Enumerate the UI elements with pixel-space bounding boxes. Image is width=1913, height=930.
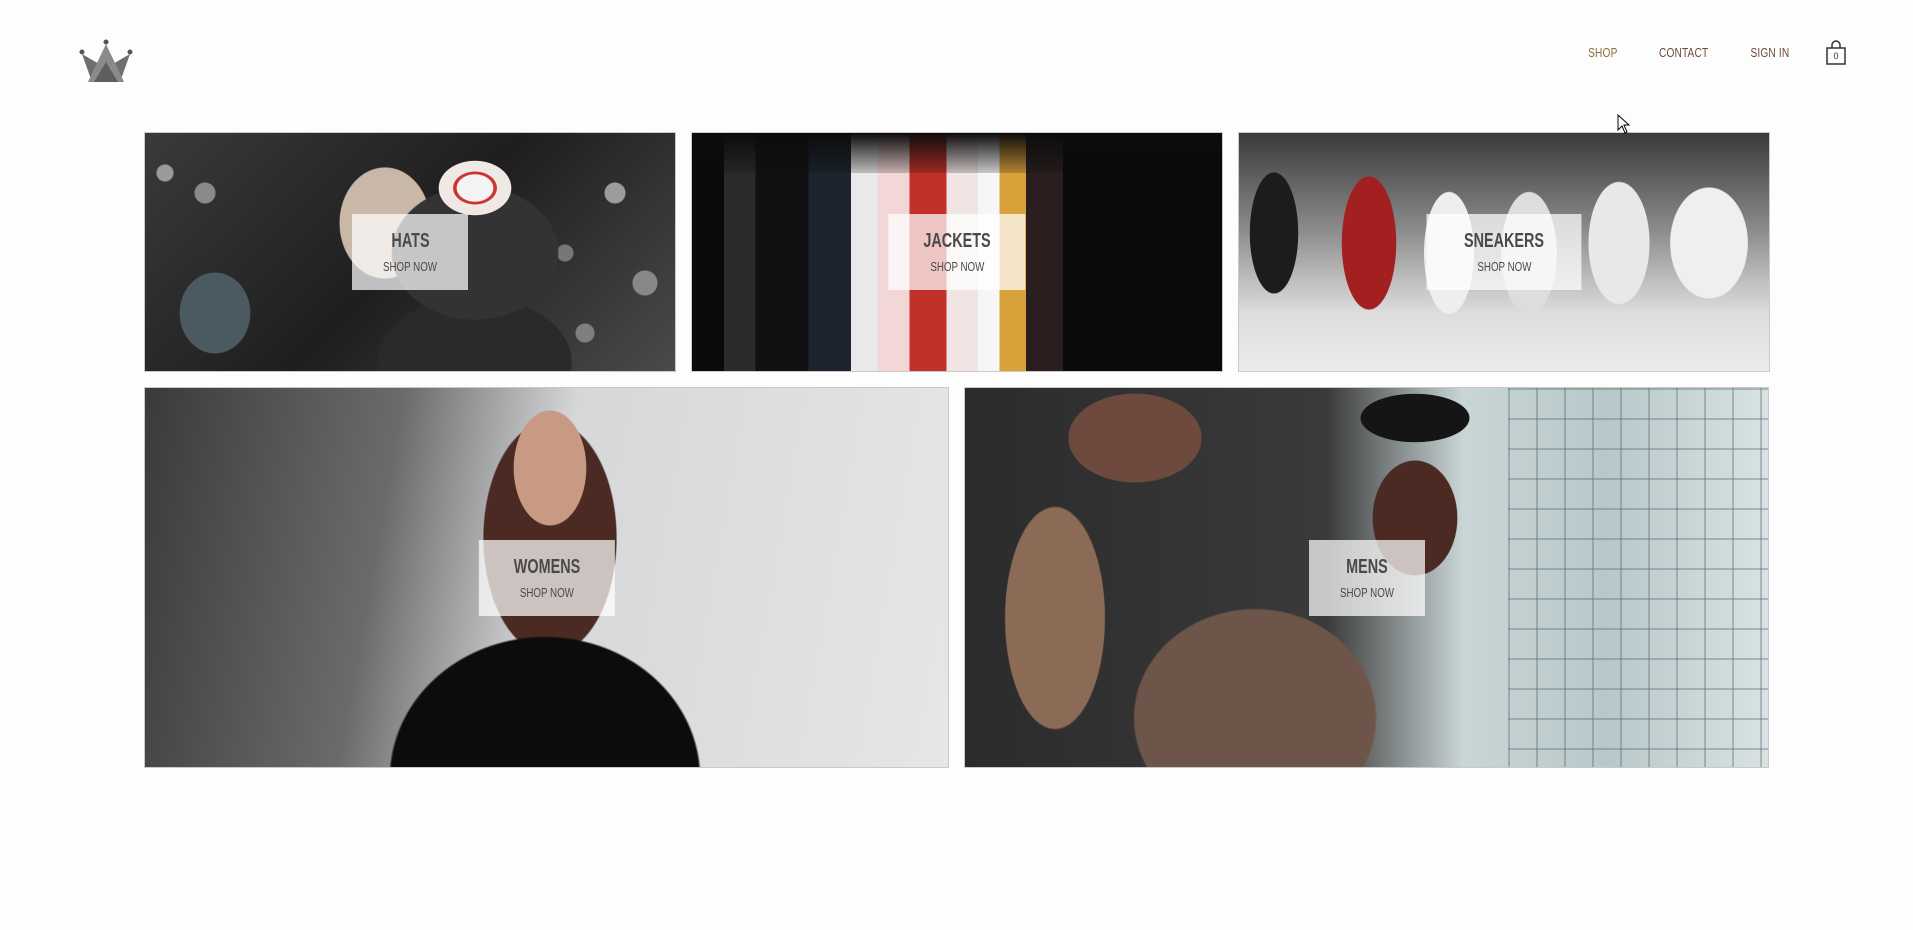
nav-contact-link[interactable]: CONTACT (1659, 41, 1708, 65)
category-title: SNEAKERS (1463, 230, 1545, 252)
directory-row-bottom: WOMENS SHOP NOW MENS SHOP NOW (144, 387, 1770, 768)
category-tile-jackets[interactable]: JACKETS SHOP NOW (691, 132, 1223, 372)
category-directory: HATS SHOP NOW JACKETS SHOP NOW SNEAKERS … (144, 132, 1770, 768)
shop-now-label: SHOP NOW (1339, 584, 1394, 600)
category-title: WOMENS (513, 555, 580, 578)
category-tile-womens[interactable]: WOMENS SHOP NOW (144, 387, 949, 768)
page: SHOP CONTACT SIGN IN 0 HATS SHOP NOW JAC… (0, 0, 1913, 930)
category-title: HATS (390, 230, 430, 252)
directory-row-top: HATS SHOP NOW JACKETS SHOP NOW SNEAKERS … (144, 132, 1770, 372)
nav-shop-link[interactable]: SHOP (1588, 41, 1617, 65)
category-content-box[interactable]: HATS SHOP NOW (352, 214, 468, 290)
category-tile-mens[interactable]: MENS SHOP NOW (964, 387, 1769, 768)
category-tile-hats[interactable]: HATS SHOP NOW (144, 132, 676, 372)
nav-signin-link[interactable]: SIGN IN (1751, 41, 1790, 65)
shop-now-label: SHOP NOW (929, 259, 984, 274)
category-tile-sneakers[interactable]: SNEAKERS SHOP NOW (1238, 132, 1770, 372)
shop-now-label: SHOP NOW (1476, 259, 1531, 274)
category-title: MENS (1345, 555, 1388, 578)
cart-item-count: 0 (1833, 51, 1839, 61)
category-content-box[interactable]: SNEAKERS SHOP NOW (1426, 214, 1582, 290)
shop-now-label: SHOP NOW (519, 584, 574, 600)
category-content-box[interactable]: MENS SHOP NOW (1308, 539, 1425, 616)
category-content-box[interactable]: JACKETS SHOP NOW (888, 214, 1026, 290)
category-content-box[interactable]: WOMENS SHOP NOW (478, 539, 615, 616)
header: SHOP CONTACT SIGN IN 0 (0, 0, 1913, 120)
category-title: JACKETS (923, 230, 991, 252)
main-nav: SHOP CONTACT SIGN IN 0 (1584, 40, 1847, 66)
shop-now-label: SHOP NOW (383, 259, 437, 274)
crown-logo-icon[interactable] (78, 38, 134, 86)
cart-button[interactable]: 0 (1825, 40, 1847, 66)
